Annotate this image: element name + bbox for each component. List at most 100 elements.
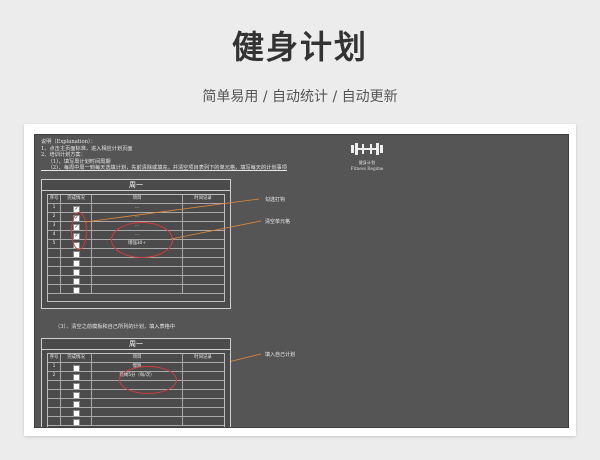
done-cell: [61, 258, 92, 266]
time-cell[interactable]: [183, 363, 223, 371]
time-cell[interactable]: [183, 231, 223, 239]
row-number: 2: [48, 213, 61, 221]
row-number: [48, 417, 61, 425]
done-checkbox[interactable]: [73, 373, 80, 380]
done-checkbox[interactable]: [73, 268, 80, 275]
highlight-oval-items: [111, 222, 173, 258]
intro-line: （1）、填写周计划时间周期: [41, 158, 111, 165]
item-cell[interactable]: ...: [92, 213, 183, 221]
done-checkbox[interactable]: [73, 286, 80, 293]
row-number: [48, 267, 61, 275]
col-header-no: 序号: [48, 195, 61, 203]
row-number: 4: [48, 231, 61, 239]
time-cell[interactable]: [183, 417, 223, 425]
item-cell[interactable]: [92, 258, 183, 266]
row-number: [48, 249, 61, 257]
table-row: [48, 417, 224, 426]
done-checkbox[interactable]: [73, 277, 80, 284]
intro-line: 说明（Explanation）：: [41, 139, 96, 145]
done-checkbox[interactable]: [73, 391, 80, 398]
item-cell[interactable]: [92, 399, 183, 407]
time-cell[interactable]: [183, 213, 223, 221]
done-cell: [61, 249, 92, 257]
row-number: [48, 390, 61, 398]
callout-clear: 清空单元格: [265, 219, 291, 225]
preview-card: 说明（Explanation）： 1、点击主页面标准，进入相应计划页面 2、培训…: [24, 124, 576, 436]
item-cell[interactable]: [92, 285, 183, 293]
table-row: [48, 408, 224, 417]
time-cell[interactable]: [183, 258, 223, 266]
row-number: [48, 399, 61, 407]
done-checkbox[interactable]: [73, 418, 80, 425]
callout-check: 勾选打钩: [265, 197, 286, 203]
time-cell[interactable]: [183, 249, 223, 257]
intro-line: 1、点击主页面标准，进入相应计划页面: [41, 145, 133, 152]
day-header: 周一: [42, 180, 230, 191]
done-checkbox[interactable]: [73, 259, 80, 266]
done-cell: [61, 363, 92, 371]
time-cell[interactable]: [183, 372, 223, 380]
time-cell[interactable]: [183, 276, 223, 284]
time-cell[interactable]: [183, 285, 223, 293]
time-cell[interactable]: [183, 390, 223, 398]
step3-text: （3）、清空之前模板和自己所列的计划，填入表格中: [55, 324, 176, 330]
row-number: 1: [48, 363, 61, 371]
col-header-done: 完成情况: [61, 354, 92, 362]
highlight-oval-plan: [119, 366, 177, 394]
done-checkbox[interactable]: [73, 409, 80, 416]
table-row: [48, 258, 224, 267]
col-header-item: 项目: [92, 195, 183, 203]
done-checkbox[interactable]: [73, 382, 80, 389]
table-header-row: 序号 完成情况 项目 时间记录: [48, 354, 224, 363]
done-checkbox[interactable]: [73, 400, 80, 407]
done-checkbox[interactable]: [73, 250, 80, 257]
time-cell[interactable]: [183, 267, 223, 275]
done-checkbox[interactable]: [73, 364, 80, 371]
table-row: [48, 276, 224, 285]
intro-line: （2）、每周中周一到每天选填计划，先前清除或填充，并清空项目表列下的单元格，填写…: [41, 165, 287, 172]
time-cell[interactable]: [183, 222, 223, 230]
row-number: [48, 381, 61, 389]
table-row: [48, 267, 224, 276]
row-number: 3: [48, 222, 61, 230]
item-cell[interactable]: [92, 417, 183, 425]
item-cell[interactable]: ...: [92, 204, 183, 212]
dumbbell-icon: [351, 143, 383, 155]
time-cell[interactable]: [183, 399, 223, 407]
time-cell[interactable]: [183, 204, 223, 212]
time-cell[interactable]: [183, 408, 223, 416]
logo: 健身计划 Fitness Regime: [349, 141, 385, 171]
table-row: [48, 399, 224, 408]
item-cell[interactable]: [92, 276, 183, 284]
done-cell: [61, 285, 92, 293]
highlight-oval-checkboxes: [71, 212, 87, 250]
done-cell: [61, 267, 92, 275]
done-cell: [61, 408, 92, 416]
done-cell: ✓: [61, 204, 92, 212]
done-cell: [61, 417, 92, 425]
logo-text-en: Fitness Regime: [350, 165, 384, 171]
table-row: 1 ✓...: [48, 204, 224, 213]
time-cell[interactable]: [183, 381, 223, 389]
done-cell: [61, 276, 92, 284]
page-subtitle: 简单易用 / 自动统计 / 自动更新: [202, 89, 398, 105]
intro-text: 说明（Explanation）： 1、点击主页面标准，进入相应计划页面 2、培训…: [41, 139, 287, 172]
table-row: [48, 285, 224, 294]
col-header-time: 时间记录: [194, 196, 212, 201]
done-cell: [61, 372, 92, 380]
row-number: 1: [48, 204, 61, 212]
row-number: 5: [48, 240, 61, 248]
callout-fill: 填入自己计划: [265, 352, 296, 358]
col-header-time: 时间记录: [194, 355, 212, 360]
item-cell[interactable]: [92, 267, 183, 275]
spreadsheet-preview: 说明（Explanation）： 1、点击主页面标准，进入相应计划页面 2、培训…: [34, 134, 569, 428]
col-header-no: 序号: [48, 354, 61, 362]
item-cell[interactable]: [92, 408, 183, 416]
row-number: [48, 408, 61, 416]
row-number: [48, 285, 61, 293]
done-cell: [61, 399, 92, 407]
table-header-row: 序号 完成情况 项目 时间记录: [48, 195, 224, 204]
col-header-item: 项目: [92, 354, 183, 362]
row-number: [48, 258, 61, 266]
time-cell[interactable]: [183, 240, 223, 248]
